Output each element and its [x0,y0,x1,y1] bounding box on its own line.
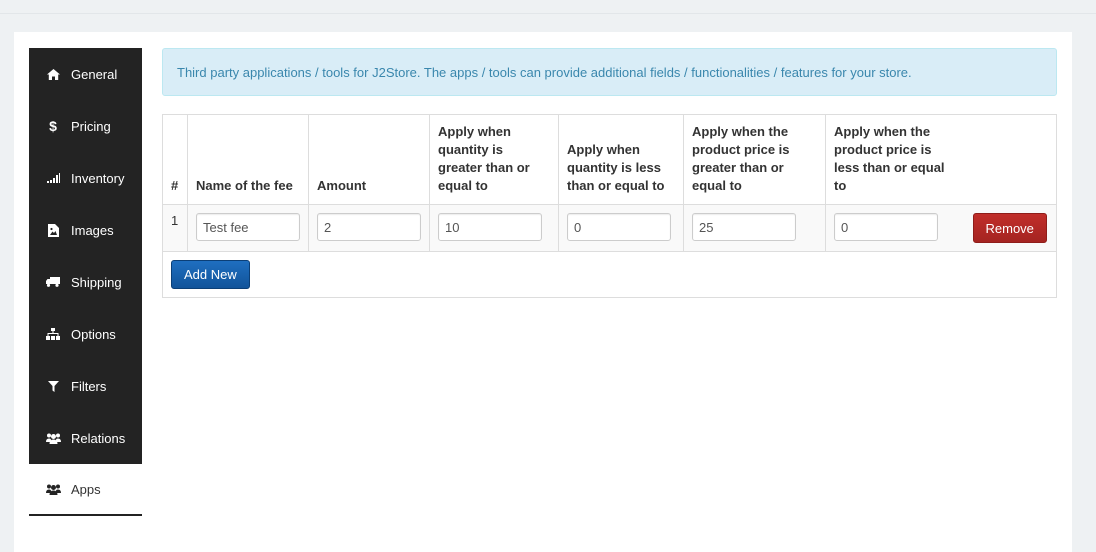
row-number: 1 [162,204,188,252]
sidebar-item-label: Apps [71,481,101,497]
cell-amount [308,204,430,252]
sidebar-item-label: Relations [71,430,126,446]
sidebar-item-label: Inventory [71,170,125,186]
sidebar-item-inventory[interactable]: Inventory [29,152,142,204]
cell-qty-min [429,204,559,252]
sidebar-item-images[interactable]: Images [29,204,142,256]
table-row: 1 Test fee 2 10 0 25 0 Remove [162,204,1057,252]
product-tabs-sidebar: General $ Pricing Inventory Images Shipp… [29,48,142,516]
add-new-button[interactable]: Add New [171,260,250,289]
sidebar-item-filters[interactable]: Filters [29,360,142,412]
table-header-row: # Name of the fee Amount Apply when quan… [162,114,1057,205]
sidebar-item-label: Options [71,326,116,342]
main-panel: General $ Pricing Inventory Images Shipp… [14,32,1072,552]
cell-name [187,204,309,252]
sidebar-item-apps[interactable]: Apps [29,464,142,516]
sidebar-item-label: Filters [71,378,107,394]
column-header-price-max: Apply when the product price is less tha… [825,114,965,205]
home-icon [44,68,62,80]
cell-qty-max [558,204,684,252]
cell-price-min [683,204,826,252]
sidebar-item-shipping[interactable]: Shipping [29,256,142,308]
sidebar-item-label: Shipping [71,274,122,290]
sidebar-item-options[interactable]: Options [29,308,142,360]
users-icon [44,484,62,495]
sidebar-item-pricing[interactable]: $ Pricing [29,100,142,152]
footer-cell: Add New [162,251,1057,298]
remove-button[interactable]: Remove [972,213,1047,243]
top-strip [0,0,1096,14]
qty-min-input[interactable] [438,213,542,241]
cell-actions: Remove [964,204,1057,252]
column-header-amount: Amount [308,114,430,205]
filter-icon [44,380,62,392]
users-icon [44,433,62,444]
column-header-num: # [162,114,188,205]
image-file-icon [44,223,62,237]
fee-name-input[interactable] [196,213,300,241]
dollar-icon: $ [49,118,57,134]
column-header-name: Name of the fee [187,114,309,205]
sidebar-item-general[interactable]: General [29,48,142,100]
column-header-actions [964,114,1057,205]
sidebar-item-label: General [71,66,118,82]
info-alert: Third party applications / tools for J2S… [162,48,1057,96]
alert-text: Third party applications / tools for J2S… [177,65,912,80]
price-min-input[interactable] [692,213,796,241]
price-max-input[interactable] [834,213,938,241]
truck-icon [44,277,62,287]
column-header-qty-max: Apply when quantity is less than or equa… [558,114,684,205]
cell-price-max [825,204,965,252]
sidebar-item-relations[interactable]: Relations [29,412,142,464]
signal-icon [44,173,62,183]
sidebar-item-label: Pricing [71,118,111,134]
qty-max-input[interactable] [567,213,671,241]
fee-amount-input[interactable] [317,213,421,241]
sitemap-icon [44,328,62,340]
apps-content: Third party applications / tools for J2S… [162,48,1057,298]
fee-table: # Name of the fee Amount Apply when quan… [162,114,1057,298]
column-header-price-min: Apply when the product price is greater … [683,114,826,205]
table-footer-row: Add New [162,251,1057,298]
column-header-qty-min: Apply when quantity is greater than or e… [429,114,559,205]
sidebar-item-label: Images [71,222,114,238]
